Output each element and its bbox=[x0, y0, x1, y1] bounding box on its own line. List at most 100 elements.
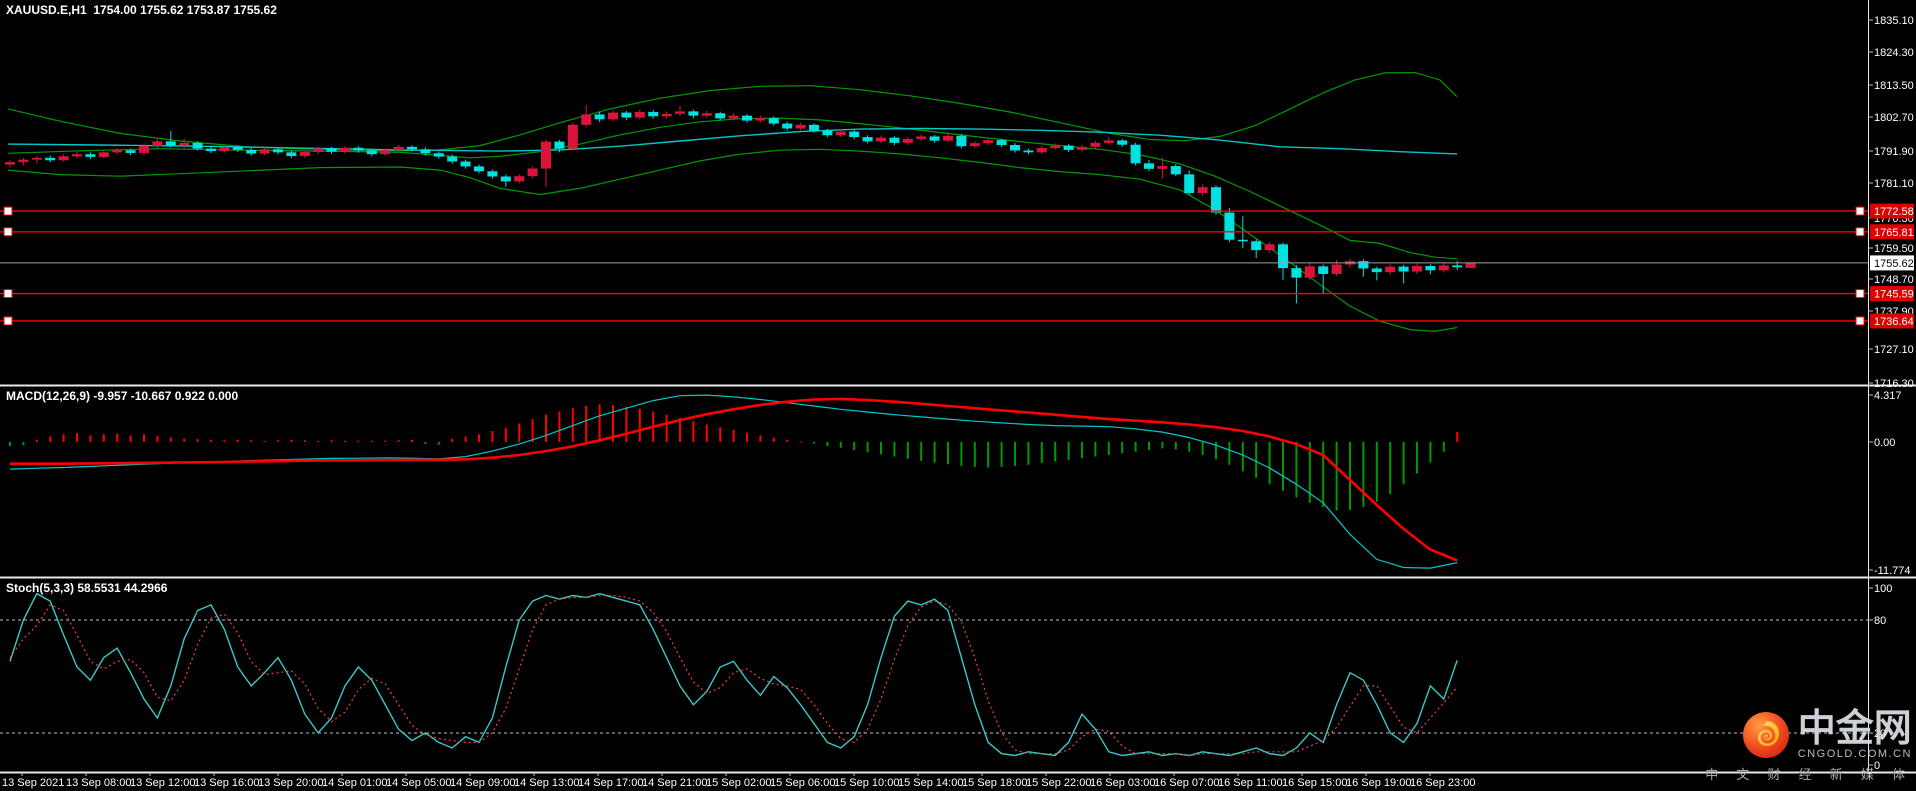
macd-histogram-bar-positive bbox=[504, 427, 507, 442]
macd-histogram-bar-positive bbox=[1456, 431, 1459, 442]
bear-candle-body bbox=[1425, 266, 1436, 271]
macd-histogram-bar-positive bbox=[531, 419, 534, 442]
bear-candle-body bbox=[1144, 163, 1154, 169]
macd-histogram-bar-positive bbox=[451, 438, 454, 442]
axis-tick-label: 1748.70 bbox=[1874, 274, 1914, 286]
time-axis-label: 16 Sep 03:00 bbox=[1090, 777, 1155, 789]
macd-histogram-bar-positive bbox=[692, 421, 695, 442]
macd-histogram-bar-positive bbox=[303, 440, 306, 442]
bear-candle-body bbox=[273, 149, 283, 153]
bear-candle-body bbox=[809, 124, 819, 131]
bull-candle-body bbox=[943, 135, 953, 141]
bear-candle-body bbox=[407, 146, 417, 150]
macd-histogram-bar-positive bbox=[210, 439, 212, 442]
macd-histogram-bar-positive bbox=[290, 439, 293, 442]
axis-tick-label: 1813.50 bbox=[1874, 80, 1914, 92]
macd-histogram-bar-positive bbox=[786, 439, 789, 442]
macd-histogram-bar-positive bbox=[49, 436, 52, 442]
macd-histogram-bar-positive bbox=[411, 439, 413, 442]
bear-candle-body bbox=[85, 154, 96, 157]
macd-histogram-bar-positive bbox=[705, 424, 708, 442]
bear-candle-body bbox=[1237, 239, 1248, 242]
macd-histogram-bar-positive bbox=[156, 435, 159, 442]
axis-tick-label: 1716.30 bbox=[1874, 378, 1914, 390]
macd-histogram-bar-positive bbox=[464, 436, 467, 442]
bull-candle-body bbox=[701, 113, 712, 116]
macd-histogram-bar-positive bbox=[384, 440, 387, 442]
bear-candle-body bbox=[125, 150, 136, 153]
bull-candle-body bbox=[98, 152, 109, 157]
axis-tick-label: -11.774 bbox=[1874, 565, 1911, 577]
macd-histogram-bar-positive bbox=[183, 438, 186, 442]
bull-candle-body bbox=[1438, 265, 1449, 271]
macd-histogram-bar-negative bbox=[1040, 441, 1043, 464]
bear-candle-body bbox=[889, 137, 900, 143]
macd-histogram-bar-positive bbox=[625, 406, 628, 442]
time-axis-label: 14 Sep 17:00 bbox=[578, 777, 643, 789]
bear-candle-body bbox=[849, 131, 860, 138]
bull-candle-body bbox=[1050, 145, 1061, 149]
bull-candle-body bbox=[876, 137, 886, 142]
bull-candle-body bbox=[902, 138, 913, 143]
macd-histogram-bar-negative bbox=[1054, 441, 1057, 462]
macd-histogram-bar-positive bbox=[236, 439, 239, 442]
time-axis-label: 13 Sep 2021 bbox=[2, 777, 64, 789]
line-anchor-handle bbox=[1855, 316, 1865, 326]
bull-candle-body bbox=[393, 146, 404, 151]
bear-candle-body bbox=[1398, 266, 1409, 272]
cngold-logo-icon bbox=[1742, 712, 1789, 758]
bear-candle-body bbox=[782, 123, 793, 129]
line-anchor-handle bbox=[3, 227, 13, 237]
macd-histogram-bar-positive bbox=[277, 440, 279, 442]
macd-indicator-label: MACD(12,26,9) -9.957 -10.667 0.922 0.000 bbox=[6, 389, 239, 403]
macd-histogram-bar-negative bbox=[9, 441, 11, 447]
axis-tick-label: 1781.10 bbox=[1874, 178, 1914, 190]
macd-histogram-bar-negative bbox=[947, 441, 949, 465]
macd-histogram-bar-negative bbox=[960, 441, 963, 466]
bear-candle-body bbox=[648, 111, 659, 117]
chart-surface[interactable]: 1835.10 1824.30 1813.50 1802.70 1791.90 1781.… bbox=[0, 0, 1916, 791]
bear-candle-body bbox=[996, 140, 1007, 145]
bear-candle-body bbox=[1211, 187, 1221, 213]
bear-candle-body bbox=[956, 135, 967, 147]
bull-candle-body bbox=[1036, 148, 1047, 153]
bull-candle-body bbox=[661, 113, 672, 117]
bull-candle-body bbox=[728, 115, 739, 119]
time-axis-label: 13 Sep 16:00 bbox=[194, 777, 259, 789]
bull-candle-body bbox=[581, 114, 592, 125]
macd-histogram-bar-negative bbox=[1389, 441, 1392, 495]
bear-candle-body bbox=[286, 152, 297, 157]
bear-candle-body bbox=[192, 142, 203, 149]
bear-candle-body bbox=[768, 118, 779, 124]
macd-histogram-bar-negative bbox=[1362, 441, 1365, 508]
macd-histogram-bar-negative bbox=[920, 441, 923, 461]
time-axis-label: 15 Sep 06:00 bbox=[770, 777, 835, 789]
bull-candle-body bbox=[152, 141, 163, 146]
bear-candle-body bbox=[353, 147, 364, 151]
bull-candle-body bbox=[112, 150, 123, 153]
macd-histogram-bar-negative bbox=[1081, 441, 1083, 459]
bear-candle-body bbox=[165, 141, 176, 146]
macd-histogram-bar-positive bbox=[491, 431, 494, 442]
bear-candle-body bbox=[621, 112, 632, 118]
macd-histogram-bar-positive bbox=[330, 440, 333, 442]
bull-candle-body bbox=[72, 154, 82, 157]
macd-histogram-bar-negative bbox=[853, 441, 856, 451]
bear-candle-body bbox=[1371, 268, 1382, 273]
time-axis-label: 13 Sep 12:00 bbox=[130, 777, 195, 789]
macd-histogram-bar-positive bbox=[196, 439, 199, 442]
bull-candle-body bbox=[58, 156, 69, 161]
line-anchor-handle bbox=[1855, 206, 1865, 216]
macd-histogram-bar-positive bbox=[143, 434, 145, 442]
bull-candle-body bbox=[31, 157, 42, 160]
bear-candle-body bbox=[1170, 166, 1181, 175]
macd-histogram-bar-negative bbox=[1295, 441, 1298, 498]
macd-histogram-bar-negative bbox=[1000, 441, 1003, 467]
time-axis-label: 16 Sep 19:00 bbox=[1346, 777, 1411, 789]
bull-candle-body bbox=[259, 149, 270, 154]
bear-candle-body bbox=[554, 141, 565, 149]
bull-candle-body bbox=[1197, 187, 1208, 193]
macd-histogram-bar-positive bbox=[89, 435, 92, 442]
bear-candle-body bbox=[1291, 268, 1302, 278]
macd-histogram-bar-negative bbox=[437, 441, 440, 445]
